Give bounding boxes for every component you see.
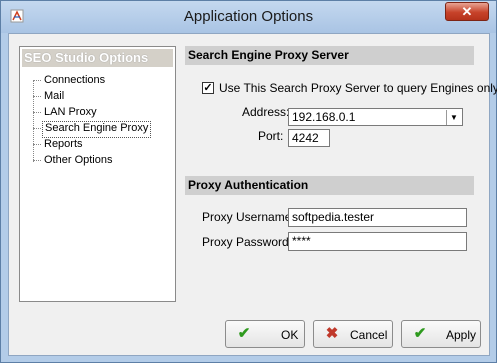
password-input[interactable]: **** bbox=[288, 232, 467, 251]
apply-button[interactable]: ✔ Apply bbox=[401, 320, 481, 348]
cross-icon: ✖ bbox=[325, 325, 339, 342]
port-input[interactable]: 4242 bbox=[288, 129, 330, 147]
tree-item-other-options[interactable]: Other Options bbox=[42, 153, 114, 168]
tree-item-mail[interactable]: Mail bbox=[42, 89, 66, 104]
username-input[interactable]: softpedia.tester bbox=[288, 208, 467, 227]
tree-connector bbox=[33, 160, 41, 161]
tree-item-search-engine-proxy[interactable]: Search Engine Proxy bbox=[42, 121, 152, 138]
close-icon: ✕ bbox=[461, 4, 473, 19]
window-title: Application Options bbox=[183, 8, 314, 25]
tree-header: SEO Studio Options bbox=[22, 49, 173, 67]
checkmark-icon: ✔ bbox=[413, 325, 427, 342]
username-label: Proxy Username: bbox=[202, 210, 295, 224]
tree-connector bbox=[33, 96, 41, 97]
tree-item-connections[interactable]: Connections bbox=[42, 73, 107, 88]
address-label: Address: bbox=[242, 105, 290, 119]
use-proxy-label[interactable]: Use This Search Proxy Server to query En… bbox=[219, 81, 497, 95]
tree-connector bbox=[33, 144, 41, 145]
tree-connector bbox=[33, 112, 41, 113]
close-button[interactable]: ✕ bbox=[445, 2, 489, 21]
ok-label: OK bbox=[281, 328, 299, 342]
tree-item-lan-proxy[interactable]: LAN Proxy bbox=[42, 105, 99, 120]
apply-label: Apply bbox=[446, 328, 477, 342]
title-bar[interactable]: Application Options ✕ bbox=[1, 1, 496, 33]
section-proxy-server: Search Engine Proxy Server bbox=[185, 46, 474, 65]
password-label: Proxy Password: bbox=[202, 235, 293, 249]
checkmark-icon: ✓ bbox=[203, 82, 213, 94]
checkmark-icon: ✔ bbox=[237, 325, 251, 342]
section-proxy-authentication: Proxy Authentication bbox=[185, 176, 474, 195]
cancel-button[interactable]: ✖ Cancel bbox=[313, 320, 393, 348]
application-options-window: Application Options ✕ SEO Studio Options… bbox=[0, 0, 497, 363]
port-label: Port: bbox=[258, 129, 284, 143]
tree-connector bbox=[33, 80, 41, 81]
options-tree[interactable]: SEO Studio Options Connections Mail LAN … bbox=[19, 46, 176, 302]
address-value: 192.168.0.1 bbox=[292, 110, 356, 124]
tree-connector-line bbox=[33, 80, 34, 162]
address-combobox[interactable]: 192.168.0.1 ▼ bbox=[288, 108, 463, 126]
tree-item-reports[interactable]: Reports bbox=[42, 137, 85, 152]
use-proxy-checkbox[interactable]: ✓ bbox=[202, 82, 214, 94]
dialog-client-area: SEO Studio Options Connections Mail LAN … bbox=[8, 33, 497, 356]
cancel-label: Cancel bbox=[350, 328, 388, 342]
chevron-down-icon[interactable]: ▼ bbox=[446, 110, 461, 125]
ok-button[interactable]: ✔ OK bbox=[225, 320, 305, 348]
tree-connector bbox=[33, 128, 41, 129]
